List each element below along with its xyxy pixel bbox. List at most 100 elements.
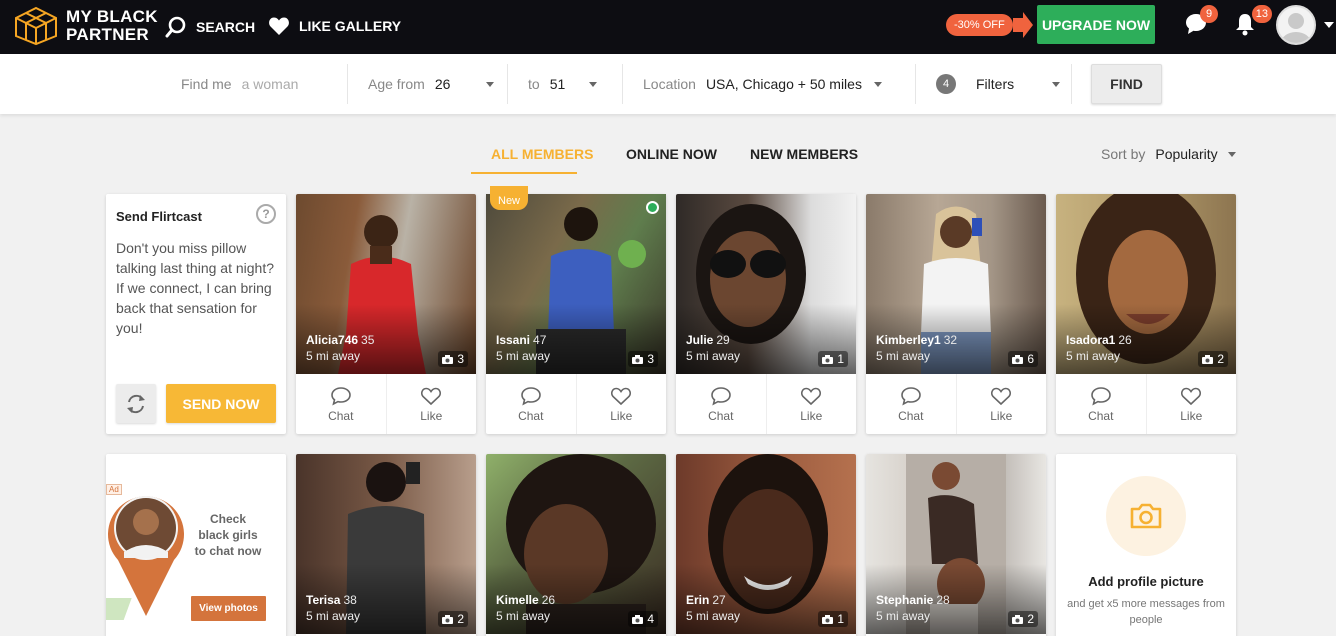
member-name: Erin 27 bbox=[686, 593, 726, 607]
photo-count: 2 bbox=[1008, 611, 1038, 627]
account-menu-caret-icon[interactable] bbox=[1324, 22, 1334, 28]
camera-icon bbox=[442, 354, 454, 364]
nav-search-label: SEARCH bbox=[196, 19, 256, 35]
like-button[interactable]: Like bbox=[1145, 374, 1237, 434]
nav-search[interactable]: SEARCH bbox=[165, 16, 255, 38]
camera-icon bbox=[822, 354, 834, 364]
photo-count: 3 bbox=[628, 351, 658, 367]
notifications-count-badge: 13 bbox=[1251, 5, 1272, 23]
new-member-badge: New bbox=[490, 186, 529, 210]
member-name: Julie 29 bbox=[686, 333, 730, 347]
member-photo[interactable]: Julie 29 5 mi away 1 bbox=[676, 194, 856, 374]
heart-outline-icon bbox=[611, 387, 632, 405]
age-from-select[interactable]: Age from 26 bbox=[368, 54, 495, 114]
chat-icon bbox=[1090, 386, 1111, 406]
member-card: Erin 27 5 mi away 1 bbox=[676, 454, 856, 636]
heart-icon bbox=[269, 17, 289, 35]
chat-button[interactable]: Chat bbox=[1056, 374, 1146, 434]
member-distance: 5 mi away bbox=[686, 349, 741, 363]
member-photo[interactable]: Erin 27 5 mi away 1 bbox=[676, 454, 856, 634]
photo-count: 2 bbox=[1198, 351, 1228, 367]
member-distance: 5 mi away bbox=[496, 609, 551, 623]
chat-button[interactable]: Chat bbox=[676, 374, 766, 434]
location-value: USA, Chicago + 50 miles bbox=[705, 76, 862, 92]
tab-online-now[interactable]: ONLINE NOW bbox=[626, 146, 717, 162]
member-photo[interactable]: Kimberley1 32 5 mi away 6 bbox=[866, 194, 1046, 374]
chat-button[interactable]: Chat bbox=[296, 374, 386, 434]
tab-all-members[interactable]: ALL MEMBERS bbox=[491, 146, 593, 162]
camera-icon bbox=[1202, 354, 1214, 364]
default-avatar-icon bbox=[1281, 13, 1311, 43]
filters-count-badge: 4 bbox=[936, 74, 956, 94]
tab-new-members[interactable]: NEW MEMBERS bbox=[750, 146, 858, 162]
chevron-down-icon bbox=[589, 81, 598, 87]
camera-outline-icon bbox=[1130, 503, 1162, 529]
add-profile-picture-card[interactable]: Add profile picture and get x5 more mess… bbox=[1056, 454, 1236, 636]
member-name: Terisa 38 bbox=[306, 593, 357, 607]
ad-text: Check black girls to chat now bbox=[194, 512, 262, 558]
logo-cube-icon bbox=[15, 6, 57, 46]
heart-outline-icon bbox=[801, 387, 822, 405]
messages-button[interactable]: 9 bbox=[1184, 5, 1218, 41]
site-logo[interactable]: MY BLACK PARTNER bbox=[12, 6, 158, 46]
location-select[interactable]: Location USA, Chicago + 50 miles bbox=[643, 54, 882, 114]
camera-icon bbox=[1012, 614, 1024, 624]
chat-label: Chat bbox=[708, 408, 734, 423]
refresh-message-button[interactable] bbox=[116, 384, 156, 423]
discount-promo[interactable]: -30% OFF bbox=[946, 12, 1033, 38]
upgrade-now-button[interactable]: UPGRADE NOW bbox=[1037, 5, 1155, 44]
notifications-button[interactable]: 13 bbox=[1234, 5, 1272, 41]
member-distance: 5 mi away bbox=[496, 349, 551, 363]
location-label: Location bbox=[643, 76, 696, 92]
member-photo[interactable]: Kimelle 26 5 mi away 4 bbox=[486, 454, 666, 634]
camera-icon bbox=[822, 614, 834, 624]
camera-icon bbox=[1012, 354, 1024, 364]
chat-button[interactable]: Chat bbox=[866, 374, 956, 434]
age-to-select[interactable]: to 51 bbox=[528, 54, 598, 114]
chevron-down-icon bbox=[873, 81, 882, 87]
find-me-label: Find me bbox=[181, 76, 232, 92]
member-name: Kimelle 26 bbox=[496, 593, 556, 607]
member-photo[interactable]: Alicia746 35 5 mi away 3 bbox=[296, 194, 476, 374]
chat-button[interactable]: Chat bbox=[486, 374, 576, 434]
age-to-label: to bbox=[528, 76, 540, 92]
age-from-value: 26 bbox=[434, 76, 451, 92]
nav-like-gallery-label: LIKE GALLERY bbox=[299, 18, 402, 34]
top-navigation-bar: MY BLACK PARTNER SEARCH LIKE GALLERY -30… bbox=[0, 0, 1336, 54]
active-tab-indicator bbox=[471, 172, 577, 174]
like-button[interactable]: Like bbox=[765, 374, 857, 434]
like-button[interactable]: Like bbox=[385, 374, 477, 434]
upload-photo-button[interactable] bbox=[1106, 476, 1186, 556]
find-me-field[interactable]: Find me a woman bbox=[181, 54, 298, 114]
photo-count: 6 bbox=[1008, 351, 1038, 367]
divider bbox=[915, 64, 916, 104]
divider bbox=[1071, 64, 1072, 104]
member-photo[interactable]: Terisa 38 5 mi away 2 bbox=[296, 454, 476, 634]
sort-by-select[interactable]: Sort by Popularity bbox=[1101, 146, 1236, 162]
member-distance: 5 mi away bbox=[1066, 349, 1121, 363]
find-button[interactable]: FIND bbox=[1091, 64, 1162, 104]
member-card: Issani 47 5 mi away 3 New Chat Like bbox=[486, 186, 667, 434]
help-icon[interactable]: ? bbox=[256, 204, 276, 224]
age-from-label: Age from bbox=[368, 76, 425, 92]
like-label: Like bbox=[990, 408, 1013, 423]
sort-by-value: Popularity bbox=[1155, 146, 1218, 162]
member-photo[interactable]: Stephanie 28 5 mi away 2 bbox=[866, 454, 1046, 634]
member-photo[interactable]: Issani 47 5 mi away 3 bbox=[486, 194, 666, 374]
chat-icon bbox=[520, 386, 541, 406]
user-avatar[interactable] bbox=[1276, 5, 1316, 45]
view-photos-button[interactable]: View photos bbox=[191, 596, 266, 621]
advertisement-card[interactable]: Ad Check black girls to chat now View ph… bbox=[106, 454, 286, 636]
filters-dropdown[interactable]: 4 Filters bbox=[936, 54, 1061, 114]
member-name: Alicia746 35 bbox=[306, 333, 375, 347]
like-button[interactable]: Like bbox=[575, 374, 667, 434]
member-card: Kimberley1 32 5 mi away 6 Chat Like bbox=[866, 194, 1046, 434]
nav-like-gallery[interactable]: LIKE GALLERY bbox=[268, 16, 401, 36]
member-photo[interactable]: Isadora1 26 5 mi away 2 bbox=[1056, 194, 1236, 374]
heart-outline-icon bbox=[421, 387, 442, 405]
arrow-right-icon bbox=[1012, 12, 1033, 38]
member-card: Julie 29 5 mi away 1 Chat Like bbox=[676, 194, 856, 434]
photo-count: 3 bbox=[438, 351, 468, 367]
like-button[interactable]: Like bbox=[955, 374, 1047, 434]
send-now-button[interactable]: SEND NOW bbox=[166, 384, 276, 423]
